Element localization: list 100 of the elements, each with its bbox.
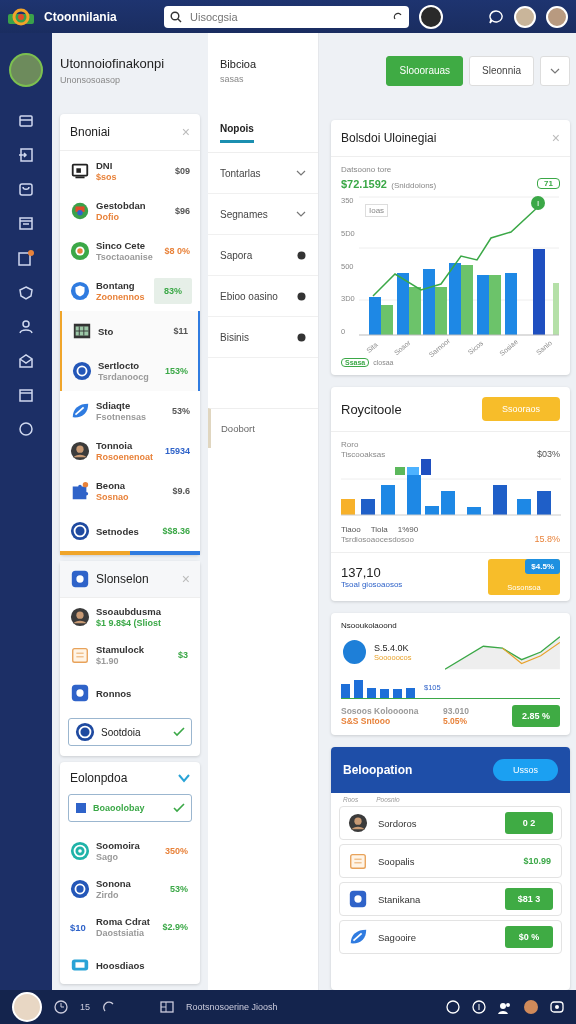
shield-icon[interactable]	[18, 285, 34, 301]
ring-icon	[72, 361, 92, 381]
item-value: 350%	[163, 845, 189, 858]
nav-item[interactable]: Ebioo oasino	[208, 276, 318, 317]
list-item[interactable]: Sto $11	[60, 311, 200, 351]
status-title: Rootsnosoerine Jioosh	[186, 1002, 278, 1012]
chart-bar	[393, 689, 402, 698]
people-icon[interactable]	[498, 1000, 512, 1014]
list-item[interactable]: Gestobdan Dofio $96	[60, 191, 200, 231]
avatar[interactable]	[546, 5, 568, 28]
secondary-button[interactable]: Sleonnia	[469, 55, 534, 86]
chart-bar	[395, 467, 405, 475]
item-name: Roma Cdrat	[96, 916, 151, 927]
tab[interactable]: Nopois	[220, 117, 254, 143]
window-icon[interactable]	[160, 1000, 174, 1014]
chart-tooltip: Ioas	[365, 204, 389, 217]
item-name: Sdiaqte	[96, 400, 132, 411]
item-value: $09	[173, 165, 191, 178]
list-item[interactable]: Soopalis $10.99	[339, 844, 562, 878]
logo-icon[interactable]	[8, 7, 34, 26]
item-name: Soomoira	[96, 840, 141, 851]
item-value: 53%	[169, 883, 189, 896]
select-field[interactable]: Sootdoia	[68, 718, 192, 746]
chart-line	[501, 641, 560, 665]
item-code: $10	[70, 921, 87, 933]
item-name: Ssoaubdusma	[96, 606, 162, 617]
nav-item[interactable]: Segnames	[208, 194, 318, 235]
search-field[interactable]: Uisocgsia	[164, 5, 409, 28]
window-icon[interactable]	[18, 387, 34, 403]
list-item[interactable]: Setnodes $$8.36	[60, 511, 200, 551]
list-item[interactable]: Stanikana $81 3	[339, 882, 562, 916]
list-item[interactable]: DNI $sos $09	[60, 151, 200, 191]
item-name: Soopalis	[378, 855, 416, 867]
card-title: Bnoniai	[70, 125, 111, 139]
list-item[interactable]: Beona Sosnao $9.6	[60, 471, 200, 511]
item-value: $2.9%	[161, 921, 189, 934]
clock-icon[interactable]	[54, 1000, 68, 1014]
list-item[interactable]: Sertlocto Tsrdanoocg 153%	[60, 351, 200, 391]
list-item[interactable]: Sordoros 0 2	[339, 806, 562, 840]
mail-icon[interactable]	[18, 353, 34, 369]
list-item[interactable]: Sinco Cete Tsoctaoanise $8 0%	[60, 231, 200, 271]
profile-avatar[interactable]	[9, 53, 43, 87]
list-item[interactable]: Tonnoia Rosoenenoat 15934	[60, 431, 200, 471]
chat-icon[interactable]	[488, 8, 504, 25]
panel-title: Bibcioa	[220, 57, 257, 70]
coin-icon	[70, 521, 90, 541]
coin-icon	[75, 722, 95, 742]
export-icon[interactable]	[18, 147, 34, 163]
item-name: DNI	[96, 160, 114, 171]
dot-icon	[297, 291, 306, 301]
stat-value: 5.05%	[443, 716, 468, 726]
item-value: $9.6	[171, 485, 191, 498]
user-icon[interactable]	[18, 319, 34, 335]
table-icon	[72, 321, 92, 341]
shield-icon	[70, 281, 90, 301]
change-value: 15.8%	[534, 534, 560, 544]
book-badge-icon[interactable]	[17, 249, 35, 267]
chevron-down-icon	[550, 66, 560, 75]
avatar[interactable]	[514, 5, 536, 28]
nav-item[interactable]: Sapora	[208, 235, 318, 276]
check-icon	[173, 803, 185, 813]
chart-bar	[477, 275, 489, 335]
card-title: Eolonpdoa	[70, 771, 128, 785]
item-value: 153%	[163, 365, 189, 378]
target-icon	[70, 841, 90, 861]
avatar[interactable]	[12, 992, 42, 1022]
chevron-down-icon[interactable]	[178, 773, 190, 783]
list-item[interactable]: Bontang Zoonennos 83%	[60, 271, 200, 311]
info-icon[interactable]	[472, 1000, 486, 1014]
refresh-icon[interactable]	[393, 11, 403, 22]
list-item[interactable]: Sdiaqte Fsotnensas 53%	[60, 391, 200, 431]
chevron-down-icon	[296, 210, 306, 218]
chart-bar	[493, 485, 507, 515]
search-icon	[170, 10, 182, 23]
item-name: Setnodes	[96, 525, 140, 537]
item-name: Gestobdan	[96, 200, 147, 211]
map-icon	[70, 201, 90, 221]
item-name: Stamulock	[96, 644, 146, 655]
item-detail: $1 9.8$4 (Sliost	[96, 618, 162, 628]
nav-item[interactable]: Tontarlas	[208, 153, 318, 194]
total-value: 137,10	[341, 565, 382, 580]
list-item[interactable]: Sagooire $0 %	[339, 920, 562, 954]
app-icon	[70, 569, 90, 589]
item-detail: Tsoctaoanise	[96, 252, 153, 262]
chart-bar	[369, 297, 381, 335]
refresh-icon[interactable]	[102, 1000, 116, 1014]
item-detail: Rosoenenoat	[96, 452, 153, 462]
avatar[interactable]	[419, 4, 443, 29]
item-value: 53%	[171, 405, 191, 418]
circle-icon[interactable]	[18, 421, 34, 437]
card-icon[interactable]	[18, 113, 34, 129]
chart-bar	[467, 507, 481, 515]
nav-item[interactable]: Bisinis	[208, 317, 318, 358]
bag-icon[interactable]	[18, 181, 34, 197]
monitor-icon	[70, 161, 90, 181]
camera-icon[interactable]	[550, 1000, 564, 1014]
nav-item[interactable]: Doobort	[208, 408, 318, 448]
chart-bar	[425, 506, 439, 515]
item-detail: Fsotnensas	[96, 412, 146, 422]
chart-bar	[381, 305, 393, 335]
